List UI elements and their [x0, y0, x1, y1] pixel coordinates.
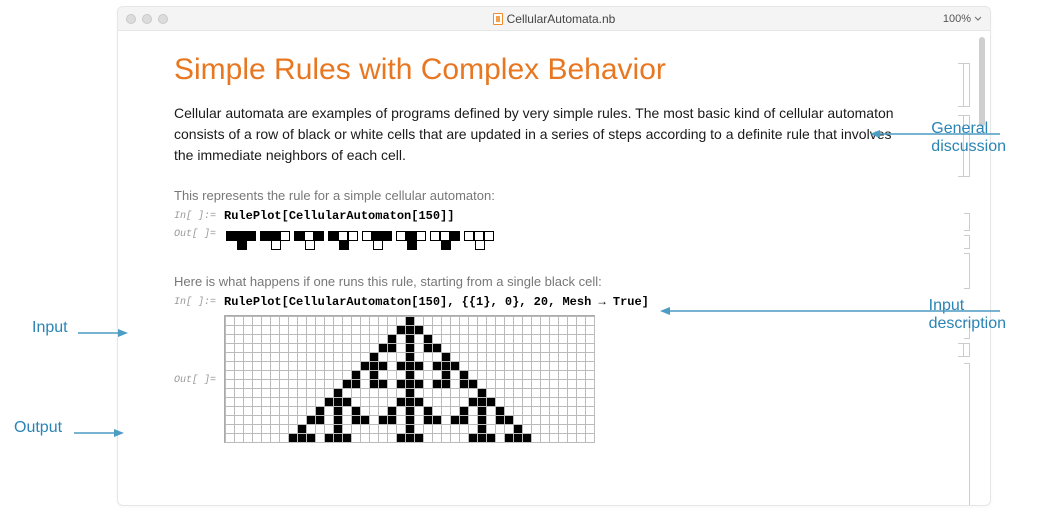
notebook-file-icon: [493, 13, 503, 25]
input-code-2: RulePlot[CellularAutomaton[150], {{1}, 0…: [224, 295, 649, 309]
window-titlebar[interactable]: CellularAutomata.nb 100%: [118, 7, 990, 31]
annotation-input: Input: [32, 319, 68, 337]
notebook-window: CellularAutomata.nb 100% Simple Rules wi…: [117, 6, 991, 506]
arrow-icon: [78, 327, 128, 339]
out-label: Out[ ]=: [174, 227, 216, 240]
rule-case: [362, 231, 394, 250]
arrow-icon: [74, 427, 124, 439]
rule-plot-output: [224, 227, 498, 260]
window-title: CellularAutomata.nb: [118, 12, 990, 26]
rule-case: [260, 231, 292, 250]
page-title: Simple Rules with Complex Behavior: [174, 53, 934, 87]
input-caption-1: This represents the rule for a simple ce…: [174, 188, 934, 203]
input-cell-1[interactable]: In[ ]:= RulePlot[CellularAutomaton[150]]: [174, 209, 934, 223]
input-caption-2: Here is what happens if one runs this ru…: [174, 274, 934, 289]
in-label-2: In[ ]:=: [174, 295, 216, 308]
in-label: In[ ]:=: [174, 209, 216, 222]
rule-case: [396, 231, 428, 250]
out-label-2: Out[ ]=: [174, 315, 216, 386]
rule-case: [464, 231, 496, 250]
rule-case: [430, 231, 462, 250]
output-cell-1: Out[ ]=: [174, 227, 934, 260]
rule-case: [226, 231, 258, 250]
output-cell-2: Out[ ]=: [174, 315, 934, 443]
rule-case: [294, 231, 326, 250]
input-code-1: RulePlot[CellularAutomaton[150]]: [224, 209, 454, 223]
arrow-icon: [870, 128, 1010, 140]
notebook-content: Simple Rules with Complex Behavior Cellu…: [118, 31, 990, 505]
arrow-icon: [660, 305, 1010, 317]
cellular-automaton-grid: [224, 315, 595, 443]
annotation-output: Output: [14, 419, 62, 437]
rule-case: [328, 231, 360, 250]
general-discussion-text: Cellular automata are examples of progra…: [174, 103, 914, 166]
